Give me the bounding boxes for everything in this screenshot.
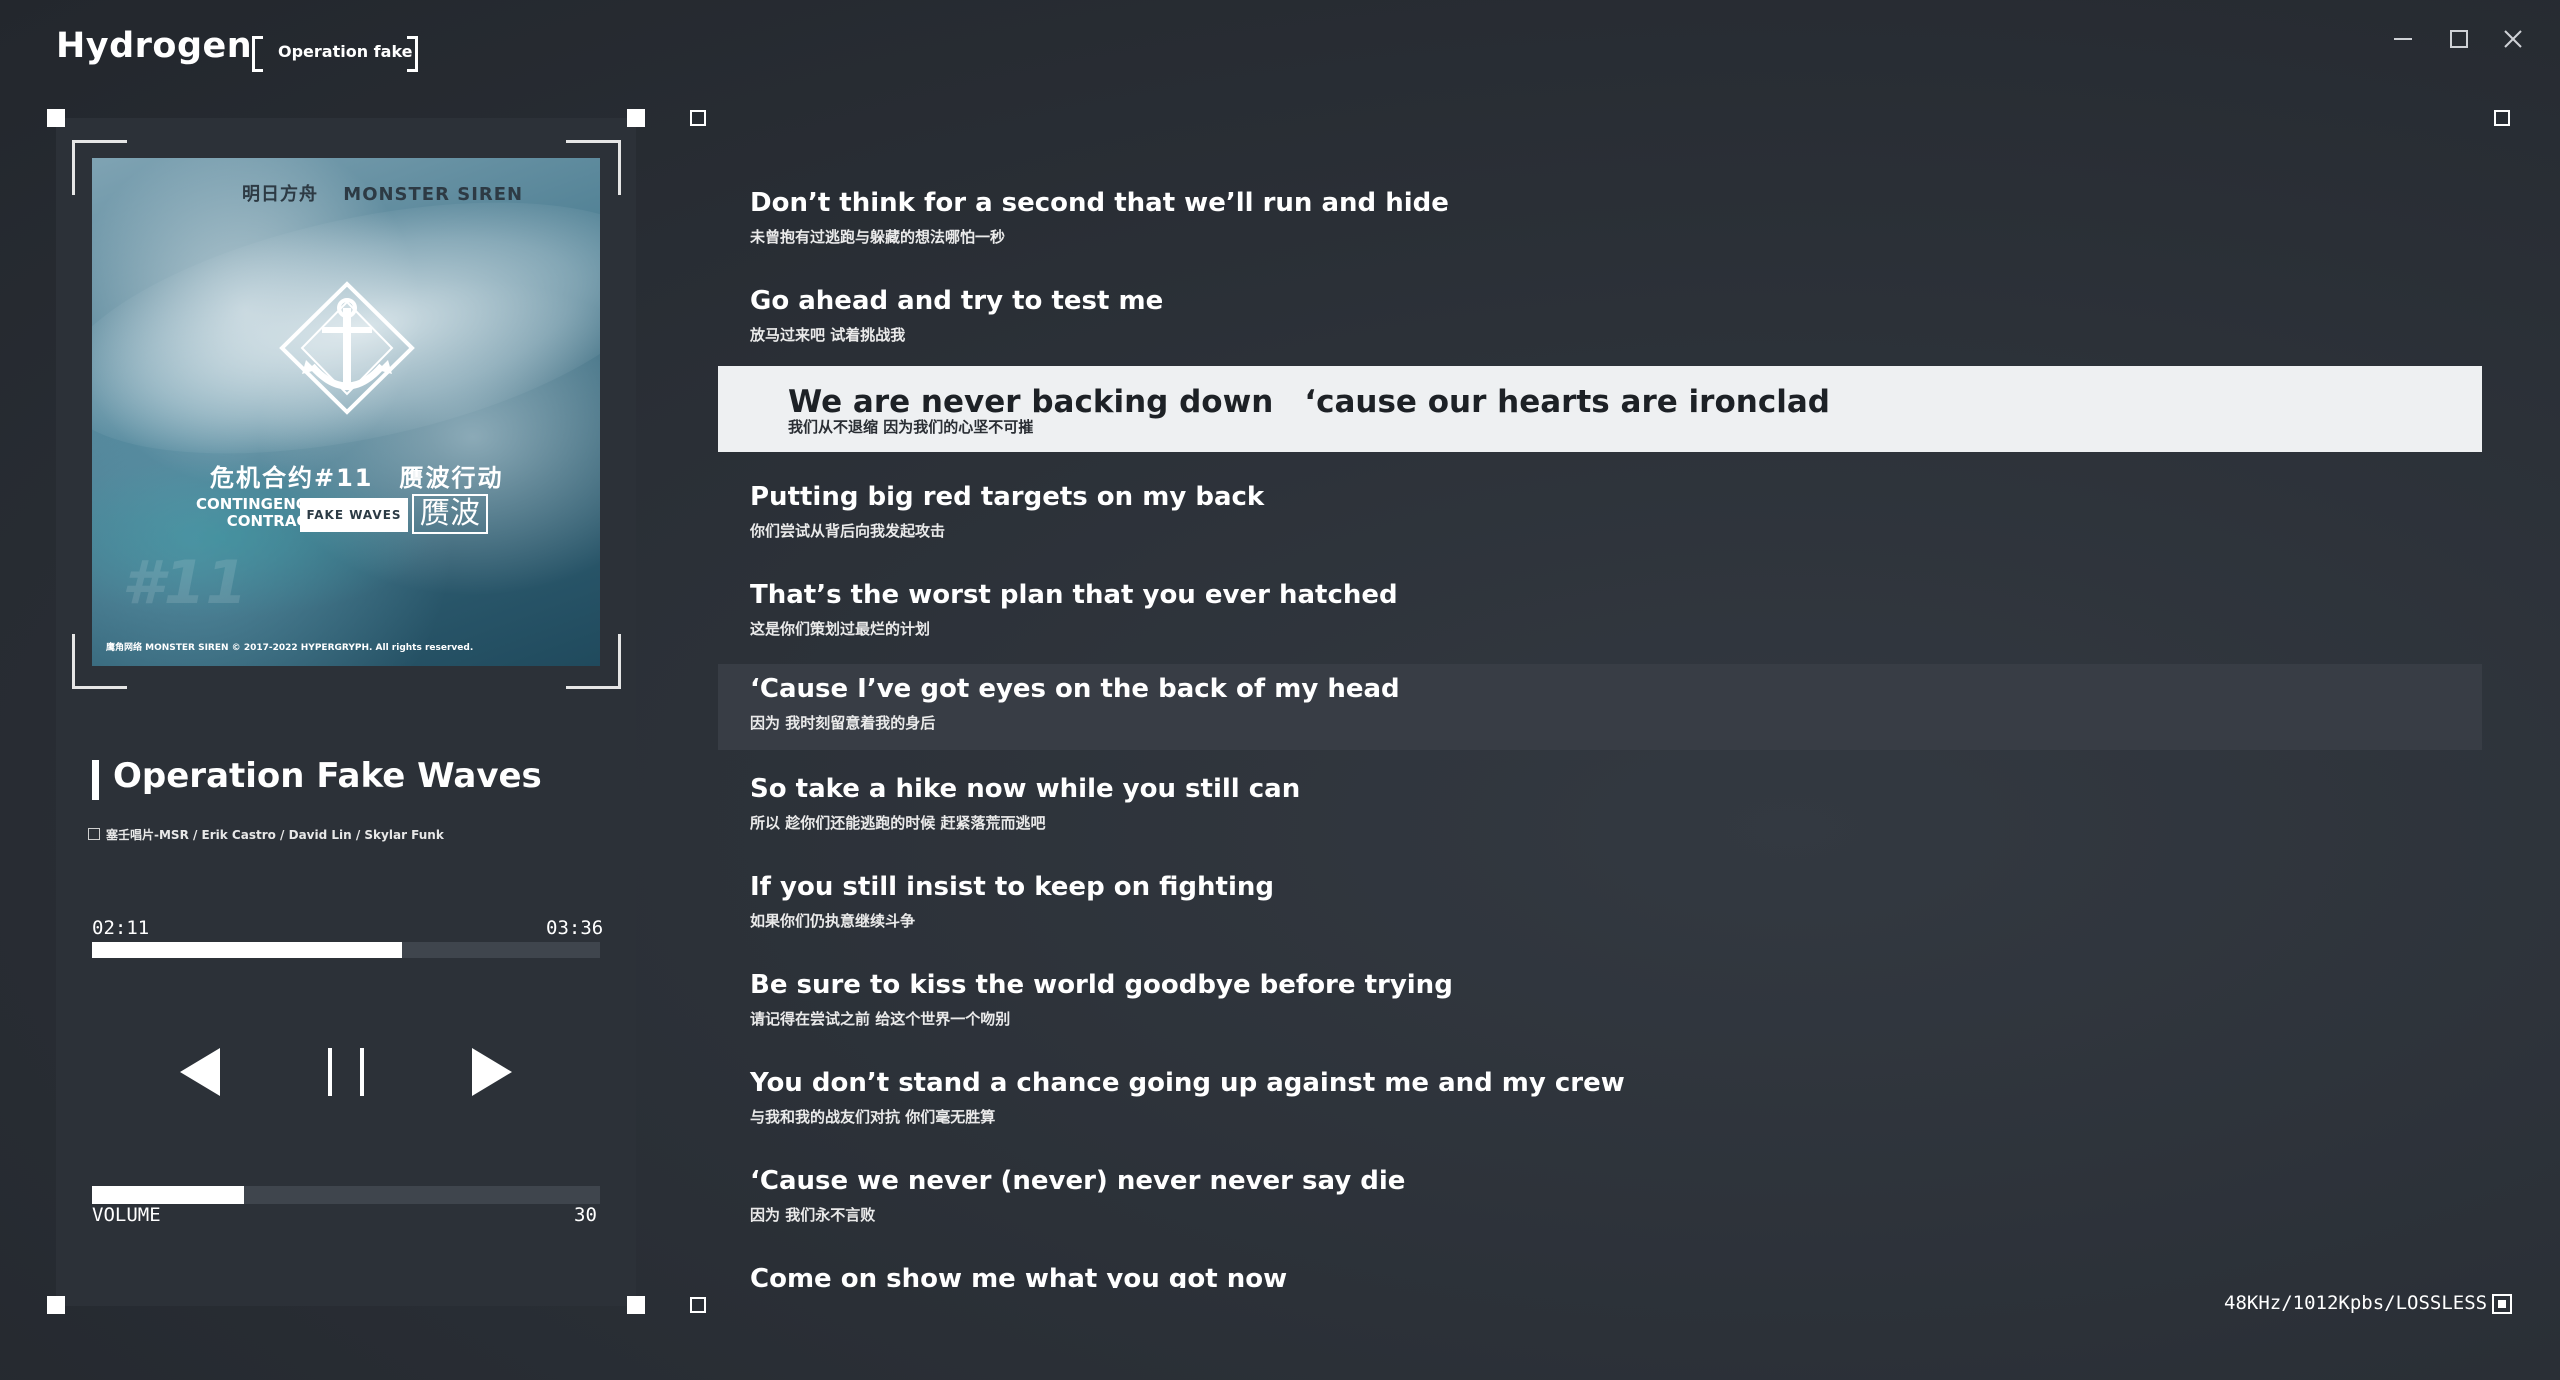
lyric-line[interactable]: Don’t think for a second that we’ll run … — [718, 178, 2482, 264]
lyric-text: Come on show me what you got now — [750, 1264, 1288, 1288]
lyric-line[interactable]: ‘Cause we never (never) never never say … — [718, 1156, 2482, 1242]
lyrics-corner-marker — [690, 1297, 706, 1313]
artist-icon — [88, 828, 100, 840]
lyric-line[interactable]: 放马过来吧 趁现在你还有机会逃跑 — [718, 128, 2482, 142]
lyric-translation: 你们尝试从背后向我发起攻击 — [750, 522, 946, 540]
cover-watermark-number: #11 — [122, 548, 248, 618]
lyric-line[interactable]: That’s the worst plan that you ever hatc… — [718, 570, 2482, 656]
stop-square-icon — [2498, 1300, 2506, 1308]
title-accent-bar — [92, 760, 99, 800]
next-icon — [472, 1048, 512, 1096]
volume-label: VOLUME — [92, 1204, 161, 1226]
lyric-line[interactable]: Be sure to kiss the world goodbye before… — [718, 960, 2482, 1046]
lyric-translation: 因为 我们永不言败 — [750, 1206, 876, 1224]
cover-footer: 鹰角网络 MONSTER SIREN © 2017-2022 HYPERGRYP… — [106, 643, 474, 653]
minimize-button[interactable] — [2386, 22, 2420, 56]
close-button[interactable] — [2496, 22, 2530, 56]
chip-bracket-left — [252, 36, 263, 72]
previous-icon — [180, 1048, 220, 1096]
volume-fill — [92, 1186, 245, 1204]
track-artists[interactable]: 塞壬唱片-MSR / Erik Castro / David Lin / Sky… — [88, 826, 444, 843]
album-cover: 明日方舟 MONSTER SIREN 危机合约#11 赝波行动 CONTINGE… — [92, 158, 600, 666]
cover-yanbo-tag: 赝波 — [412, 494, 488, 534]
album-chip-label: Operation fake — [278, 42, 413, 61]
cover-logo-arknights: 明日方舟 — [242, 184, 318, 205]
current-time: 02:11 — [92, 917, 150, 939]
anchor-emblem-icon — [279, 281, 415, 415]
lyric-text: Be sure to kiss the world goodbye before… — [750, 970, 1453, 1000]
lyric-translation: 请记得在尝试之前 给这个世界一个吻别 — [750, 1010, 1011, 1028]
lyric-translation: 如果你们仍执意继续斗争 — [750, 912, 916, 930]
previous-button[interactable] — [176, 1044, 224, 1100]
lyric-line[interactable]: If you still insist to keep on fighting 如… — [718, 862, 2482, 948]
pause-icon — [328, 1048, 364, 1096]
close-icon — [2504, 30, 2522, 48]
album-chip[interactable]: Operation fake — [252, 36, 418, 72]
panel-corner-marker — [627, 1296, 645, 1314]
lyric-translation: 我们从不退缩 因为我们的心坚不可摧 — [788, 418, 1034, 436]
lyric-line[interactable]: You don’t stand a chance going up agains… — [718, 1058, 2482, 1144]
cover-title-cn: 危机合约#11 赝波行动 — [210, 464, 504, 492]
lyrics-corner-marker — [2494, 110, 2510, 126]
lyric-translation: 未曾抱有过逃跑与躲藏的想法哪怕一秒 — [750, 228, 1006, 246]
lyric-text: Go ahead and try to test me — [750, 286, 1164, 316]
lyric-line[interactable]: ‘Cause I’ve got eyes on the back of my h… — [718, 664, 2482, 750]
next-button[interactable] — [468, 1044, 516, 1100]
panel-corner-marker — [627, 109, 645, 127]
lyrics-corner-marker — [690, 110, 706, 126]
panel-corner-marker — [47, 1296, 65, 1314]
lyric-text: Putting big red targets on my back — [750, 482, 1265, 512]
lyric-text: That’s the worst plan that you ever hatc… — [750, 580, 1398, 610]
lyric-line-current[interactable]: We are never backing down ‘cause our hea… — [718, 366, 2482, 452]
lyrics-list[interactable]: 放马过来吧 趁现在你还有机会逃跑 Don’t think for a second… — [718, 128, 2482, 1288]
maximize-icon — [2450, 30, 2468, 48]
lyric-text: So take a hike now while you still can — [750, 774, 1301, 804]
volume-value: 30 — [574, 1204, 597, 1226]
audio-format-info: 48KHz/1012Kpbs/LOSSLESS — [2224, 1292, 2488, 1314]
chip-bracket-right — [407, 36, 418, 72]
progress-fill — [92, 942, 402, 958]
audio-format-toggle[interactable] — [2492, 1294, 2512, 1314]
lyric-line[interactable]: So take a hike now while you still can 所以… — [718, 764, 2482, 850]
lyric-text: You don’t stand a chance going up agains… — [750, 1068, 1625, 1098]
app-title: Hydrogen — [56, 26, 253, 66]
lyric-translation: 这是你们策划过最烂的计划 — [750, 620, 931, 638]
cover-logo-monster-siren: MONSTER SIREN — [343, 184, 524, 205]
cover-fake-waves-tag: FAKE WAVES — [300, 498, 408, 532]
track-title: Operation Fake Waves — [113, 756, 542, 796]
pause-button[interactable] — [322, 1044, 370, 1100]
lyric-line[interactable]: Putting big red targets on my back 你们尝试从背… — [718, 472, 2482, 558]
lyric-text: ‘Cause I’ve got eyes on the back of my h… — [750, 674, 1400, 704]
cover-logos: 明日方舟 MONSTER SIREN — [242, 180, 523, 206]
artist-names: 塞壬唱片-MSR / Erik Castro / David Lin / Sky… — [106, 828, 444, 842]
lyric-translation: 放马过来吧 试着挑战我 — [750, 326, 906, 344]
panel-corner-marker — [47, 109, 65, 127]
lyric-translation: 与我和我的战友们对抗 你们毫无胜算 — [750, 1108, 996, 1126]
lyric-text: Don’t think for a second that we’ll run … — [750, 188, 1449, 218]
lyric-text: We are never backing down ‘cause our hea… — [788, 384, 1830, 420]
total-time: 03:36 — [546, 917, 604, 939]
lyric-text: ‘Cause we never (never) never never say … — [750, 1166, 1406, 1196]
lyric-line[interactable]: Go ahead and try to test me 放马过来吧 试着挑战我 — [718, 276, 2482, 362]
lyric-text: If you still insist to keep on fighting — [750, 872, 1275, 902]
volume-slider[interactable] — [92, 1186, 600, 1204]
maximize-button[interactable] — [2442, 22, 2476, 56]
progress-bar[interactable] — [92, 942, 600, 958]
lyric-translation: 因为 我时刻留意着我的身后 — [750, 714, 936, 732]
minimize-icon — [2394, 38, 2412, 40]
lyric-translation: 所以 趁你们还能逃跑的时候 赶紧落荒而逃吧 — [750, 814, 1046, 832]
lyric-line[interactable]: Come on show me what you got now — [718, 1254, 2482, 1288]
